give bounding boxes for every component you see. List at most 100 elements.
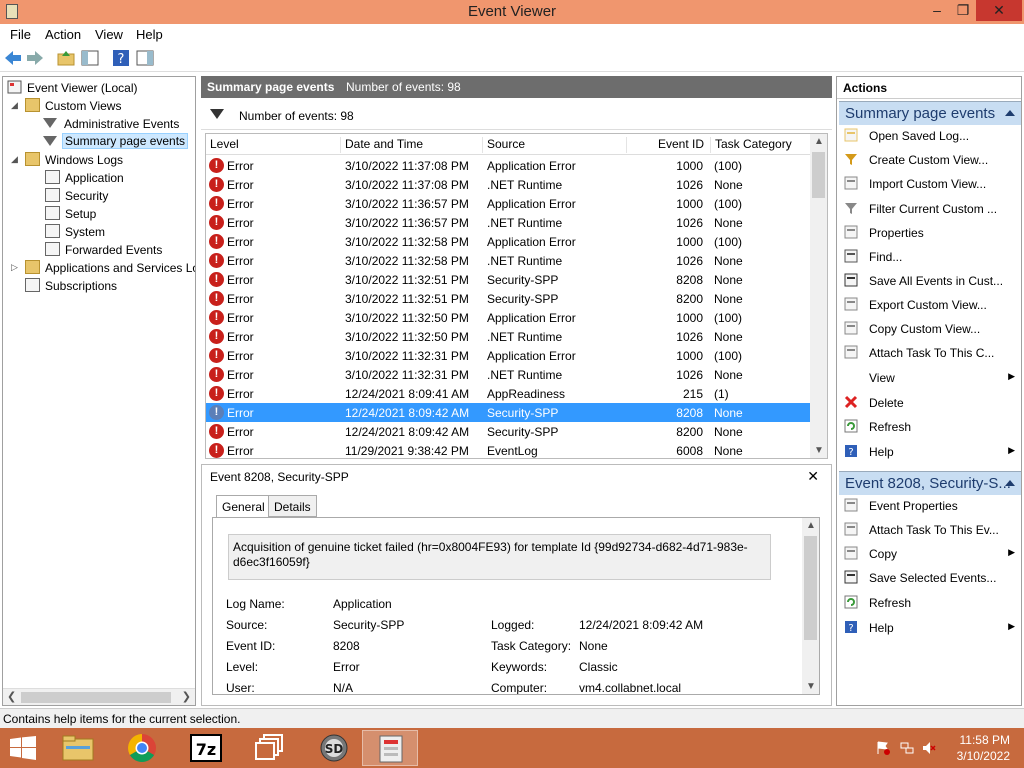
network-icon[interactable]: [900, 741, 914, 755]
scroll-down-icon[interactable]: ▼: [806, 681, 816, 692]
table-row[interactable]: ! Error 3/10/2022 11:37:08 PM .NET Runtime 1…: [206, 175, 811, 194]
folder-up-icon[interactable]: [57, 49, 75, 67]
menu-file[interactable]: File: [10, 27, 31, 42]
clock-date[interactable]: 3/10/2022: [948, 749, 1010, 763]
table-row[interactable]: ! Error 11/29/2021 9:38:42 PM EventLog 6008 N…: [206, 441, 811, 458]
cell-date-time: 3/10/2022 11:32:58 PM: [345, 235, 469, 249]
menu-help[interactable]: Help: [136, 27, 163, 42]
action-properties[interactable]: Properties: [837, 222, 1021, 244]
action-view[interactable]: View ▶: [837, 367, 1021, 389]
action-export-custom-view[interactable]: Export Custom View...: [837, 294, 1021, 316]
close-button[interactable]: ✕: [976, 0, 1022, 21]
action-create-custom-view[interactable]: Create Custom View...: [837, 149, 1021, 171]
table-row[interactable]: ! Error 3/10/2022 11:32:51 PM Security-SPP 8…: [206, 270, 811, 289]
table-row[interactable]: ! Error 12/24/2021 8:09:42 AM Security-SPP 8…: [206, 422, 811, 441]
error-icon: !: [209, 177, 224, 192]
cell-date-time: 3/10/2022 11:32:31 PM: [345, 368, 469, 382]
table-row[interactable]: ! Error 3/10/2022 11:36:57 PM .NET Runtime 1…: [206, 213, 811, 232]
actions-section-summary-page-events[interactable]: Summary page events: [839, 101, 1021, 125]
column-header-date-time[interactable]: Date and Time: [340, 137, 423, 153]
action-help[interactable]: ? Help ▶: [837, 617, 1021, 639]
action-save-all-events-in-cust[interactable]: Save All Events in Cust...: [837, 270, 1021, 292]
table-row[interactable]: ! Error 3/10/2022 11:32:51 PM Security-SPP 8…: [206, 289, 811, 308]
collapse-arrow-icon[interactable]: [1005, 480, 1015, 486]
detail-vertical-scrollbar[interactable]: ▲ ▼: [802, 518, 819, 694]
value-source: Security-SPP: [333, 618, 405, 632]
taskbar-event-viewer[interactable]: [362, 730, 418, 766]
table-row[interactable]: ! Error 3/10/2022 11:37:08 PM Application E…: [206, 156, 811, 175]
cell-event-id: 1000: [676, 197, 703, 211]
tab-general[interactable]: General: [216, 495, 271, 518]
scroll-right-icon[interactable]: ❯: [182, 690, 191, 703]
column-header-level[interactable]: Level: [206, 137, 239, 153]
action-open-saved-log[interactable]: Open Saved Log...: [837, 125, 1021, 147]
action-attach-task-to-this-c[interactable]: Attach Task To This C...: [837, 342, 1021, 364]
action-event-properties[interactable]: Event Properties: [837, 495, 1021, 517]
menu-action[interactable]: Action: [45, 27, 81, 42]
tab-details[interactable]: Details: [268, 495, 317, 517]
table-row[interactable]: ! Error 3/10/2022 11:32:50 PM Application E…: [206, 308, 811, 327]
action-refresh[interactable]: Refresh: [837, 416, 1021, 438]
action-center-flag-icon[interactable]: [876, 741, 890, 755]
action-help[interactable]: ? Help ▶: [837, 441, 1021, 463]
maximize-button[interactable]: ❐: [950, 0, 976, 21]
action-find[interactable]: Find...: [837, 246, 1021, 268]
table-row[interactable]: ! Error 3/10/2022 11:32:58 PM Application E…: [206, 232, 811, 251]
scroll-left-icon[interactable]: ❮: [7, 690, 16, 703]
windows-start-icon[interactable]: [10, 736, 36, 760]
table-row[interactable]: ! Error 3/10/2022 11:32:50 PM .NET Runtime 1…: [206, 327, 811, 346]
show-hide-tree-icon[interactable]: [81, 49, 99, 67]
scroll-up-icon[interactable]: ▲: [814, 136, 824, 147]
collapse-arrow-icon[interactable]: [1005, 110, 1015, 116]
action-save-selected-events[interactable]: Save Selected Events...: [837, 567, 1021, 589]
column-header-task-category[interactable]: Task Category: [710, 137, 792, 153]
action-attach-task-to-this-ev[interactable]: Attach Task To This Ev...: [837, 519, 1021, 541]
show-hide-action-pane-icon[interactable]: [136, 49, 154, 67]
volume-muted-icon[interactable]: [922, 741, 936, 755]
action-delete[interactable]: Delete: [837, 392, 1021, 414]
taskbar-file-explorer[interactable]: [50, 730, 106, 766]
action-filter-current-custom[interactable]: Filter Current Custom ...: [837, 198, 1021, 220]
table-row[interactable]: ! Error 12/24/2021 8:09:41 AM AppReadiness 2…: [206, 384, 811, 403]
table-row[interactable]: ! Error 3/10/2022 11:36:57 PM Application E…: [206, 194, 811, 213]
scroll-thumb[interactable]: [812, 152, 825, 198]
filter-event-count: Number of events: 98: [239, 109, 354, 123]
menu-view[interactable]: View: [95, 27, 123, 42]
action-refresh[interactable]: Refresh: [837, 592, 1021, 614]
close-icon[interactable]: ✕: [807, 468, 819, 485]
taskbar-task-view[interactable]: [242, 730, 298, 766]
tree-horizontal-scrollbar[interactable]: ❮ ❯: [3, 688, 195, 705]
cell-event-id: 1000: [676, 235, 703, 249]
table-row[interactable]: ! Error 12/24/2021 8:09:42 AM Security-SPP 8…: [206, 403, 811, 422]
table-row[interactable]: ! Error 3/10/2022 11:32:31 PM Application E…: [206, 346, 811, 365]
scroll-thumb[interactable]: [21, 692, 171, 703]
forward-arrow-icon[interactable]: [26, 49, 44, 67]
taskbar-sd[interactable]: SD: [306, 730, 362, 766]
collapse-arrow-icon[interactable]: ◢: [11, 154, 21, 165]
tree-item-label: Windows Logs: [45, 153, 124, 167]
folder-icon: [25, 152, 40, 166]
action-copy[interactable]: Copy ▶: [837, 543, 1021, 565]
scroll-down-icon[interactable]: ▼: [814, 445, 824, 456]
expand-arrow-icon[interactable]: ▷: [11, 262, 21, 273]
table-vertical-scrollbar[interactable]: ▲ ▼: [810, 134, 827, 458]
back-arrow-icon[interactable]: [4, 49, 22, 67]
scroll-up-icon[interactable]: ▲: [806, 520, 816, 531]
collapse-arrow-icon[interactable]: ◢: [11, 100, 21, 111]
cell-level: Error: [227, 159, 254, 173]
clock-time[interactable]: 11:58 PM: [948, 733, 1010, 747]
taskbar-chrome[interactable]: [114, 730, 170, 766]
table-row[interactable]: ! Error 3/10/2022 11:32:58 PM .NET Runtime 1…: [206, 251, 811, 270]
column-header-event-id[interactable]: Event ID: [626, 137, 710, 153]
actions-section-event-8208[interactable]: Event 8208, Security-S...: [839, 471, 1021, 495]
column-header-source[interactable]: Source: [482, 137, 525, 153]
action-copy-custom-view[interactable]: Copy Custom View...: [837, 318, 1021, 340]
scroll-thumb[interactable]: [804, 536, 817, 640]
cell-source: EventLog: [487, 444, 538, 458]
minimize-button[interactable]: –: [924, 0, 950, 21]
table-row[interactable]: ! Error 3/10/2022 11:32:31 PM .NET Runtime 1…: [206, 365, 811, 384]
help-icon[interactable]: ?: [112, 49, 130, 67]
action-import-custom-view[interactable]: Import Custom View...: [837, 173, 1021, 195]
taskbar-7zip[interactable]: 7z: [178, 730, 234, 766]
cell-source: Security-SPP: [487, 406, 559, 420]
